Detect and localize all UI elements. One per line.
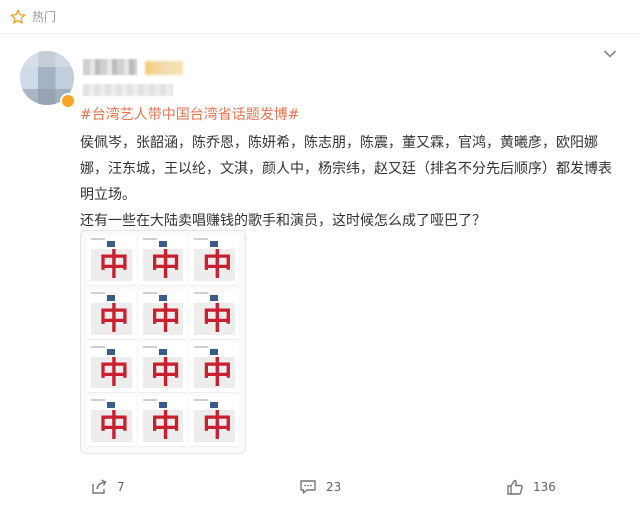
share-button[interactable]: 7 <box>90 477 125 497</box>
topic-link[interactable]: #台湾艺人带中国台湾省话题发博# <box>80 105 299 125</box>
collage-character: 中 <box>202 248 233 283</box>
comment-count: 23 <box>326 480 342 494</box>
collage-cell: 中 <box>190 342 239 394</box>
collage-character: 中 <box>150 355 181 391</box>
collage-character: 中 <box>99 355 129 391</box>
chevron-down-icon[interactable] <box>603 49 617 59</box>
collage-cell: 中 <box>87 235 136 286</box>
collage-cell: 中 <box>138 342 188 394</box>
hot-label: 热门 <box>32 10 57 24</box>
collage-character: 中 <box>99 409 129 445</box>
collage-cell: 中 <box>87 396 136 447</box>
post-content: 侯佩岑，张韶涵，陈乔恩，陈妍希，陈志朋，陈震，董又霖，官鸿，黄曦彦，欧阳娜娜，汪… <box>80 130 620 234</box>
collage-character: 中 <box>150 248 181 283</box>
share-count: 7 <box>117 480 125 494</box>
thumbs-up-icon <box>507 479 523 495</box>
username-blurred[interactable] <box>83 59 137 75</box>
collage-cell: 中 <box>138 235 188 286</box>
collage-cell: 中 <box>138 288 188 340</box>
collage-character: 中 <box>202 355 233 391</box>
post-meta-blurred <box>83 84 173 96</box>
collage-cell: 中 <box>87 288 136 340</box>
collage-cell: 中 <box>190 396 239 447</box>
image-collage: 中中中中中中中中中中中中 <box>87 235 239 447</box>
collage-cell: 中 <box>190 235 239 286</box>
collage-character: 中 <box>202 409 233 445</box>
share-icon <box>92 479 107 494</box>
collage-character: 中 <box>99 248 129 283</box>
like-button[interactable]: 136 <box>506 477 556 497</box>
star-icon <box>10 9 26 24</box>
verified-badge <box>60 93 76 109</box>
top-bar: 热门 <box>0 0 641 34</box>
post-paragraph: 侯佩岑，张韶涵，陈乔恩，陈妍希，陈志朋，陈震，董又霖，官鸿，黄曦彦，欧阳娜娜，汪… <box>80 135 612 203</box>
collage-cell: 中 <box>190 288 239 340</box>
post-image[interactable]: 中中中中中中中中中中中中 <box>80 230 246 454</box>
post-card: #台湾艺人带中国台湾省话题发博# 侯佩岑，张韶涵，陈乔恩，陈妍希，陈志朋，陈震，… <box>0 34 641 505</box>
comment-button[interactable]: 23 <box>299 477 341 497</box>
collage-character: 中 <box>99 301 129 337</box>
collage-character: 中 <box>150 301 181 337</box>
collage-cell: 中 <box>138 396 188 447</box>
collage-character: 中 <box>202 301 233 337</box>
user-badge-blurred <box>145 61 183 75</box>
collage-character: 中 <box>150 409 181 445</box>
collage-cell: 中 <box>87 342 136 394</box>
comment-icon <box>300 480 316 494</box>
like-count: 136 <box>533 480 556 494</box>
action-bar: 7 23 136 <box>0 472 641 502</box>
